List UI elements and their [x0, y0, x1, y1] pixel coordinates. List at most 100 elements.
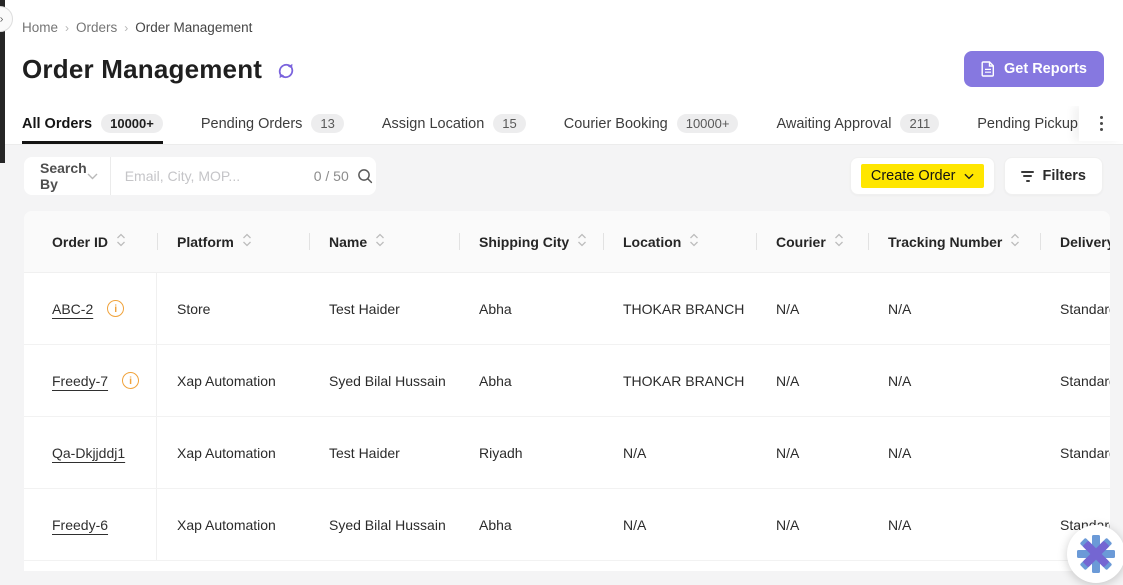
cell-name: Test Haider [309, 273, 459, 344]
info-icon[interactable]: i [107, 300, 124, 317]
column-header-name[interactable]: Name [309, 211, 459, 272]
column-header-label: Platform [177, 234, 234, 250]
create-order-button[interactable]: Create Order [850, 157, 996, 195]
cell-platform: Xap Automation [157, 345, 309, 416]
table-row[interactable]: Qa-Dkjjddj1 i Xap AutomationTest HaiderR… [24, 417, 1110, 489]
table-row[interactable]: Freedy-7 i Xap AutomationSyed Bilal Huss… [24, 345, 1110, 417]
cell-location: THOKAR BRANCH [603, 273, 756, 344]
more-tabs-button[interactable] [1079, 106, 1123, 141]
cell-name: Test Haider [309, 417, 459, 488]
column-header-label: Shipping City [479, 234, 569, 250]
column-header-order-id[interactable]: Order ID [24, 211, 157, 272]
tab-label: Awaiting Approval [776, 116, 891, 132]
kebab-menu-icon [1100, 116, 1103, 131]
order-id-link[interactable]: Freedy-6 [52, 517, 108, 533]
table-header-row: Order ID Platform Name Shipping City [24, 211, 1110, 273]
filter-icon [1021, 171, 1034, 182]
sort-icon [242, 232, 252, 251]
tab-count-badge: 13 [311, 114, 343, 133]
cell-tracking-number: N/A [868, 273, 1040, 344]
cell-platform: Xap Automation [157, 417, 309, 488]
search-icon[interactable] [357, 168, 373, 184]
chevrons-expand-icon: ‹› [0, 14, 2, 25]
page-title: Order Management [22, 54, 262, 85]
tab-awaiting-approval[interactable]: Awaiting Approval 211 [776, 106, 939, 144]
search-by-select[interactable]: Search By [24, 157, 111, 195]
column-header-label: Courier [776, 234, 826, 250]
cell-tracking-number: N/A [868, 345, 1040, 416]
cell-location: N/A [603, 489, 756, 560]
tab-pending-orders[interactable]: Pending Orders 13 [201, 106, 344, 144]
table-row[interactable]: Freedy-6 i Xap AutomationSyed Bilal Huss… [24, 489, 1110, 561]
tab-count-badge: 10000+ [101, 114, 163, 133]
cell-shipping-city: Abha [459, 345, 603, 416]
cell-location: N/A [603, 417, 756, 488]
create-order-label: Create Order [871, 168, 956, 184]
page-header: Home › Orders › Order Management Order M… [0, 0, 1123, 145]
cell-location: THOKAR BRANCH [603, 345, 756, 416]
tab-label: Pending Pickup [977, 116, 1078, 132]
get-reports-button[interactable]: Get Reports [964, 51, 1104, 87]
tab-label: Pending Orders [201, 116, 303, 132]
cell-platform: Xap Automation [157, 489, 309, 560]
column-header-label: Delivery [1060, 234, 1110, 250]
tab-label: All Orders [22, 116, 92, 132]
toolbar: Search By 0 / 50 Create Order [24, 157, 1103, 195]
column-header-label: Order ID [52, 234, 108, 250]
cell-courier: N/A [756, 417, 868, 488]
column-header-shipping-city[interactable]: Shipping City [459, 211, 603, 272]
asterisk-widget-icon [1077, 535, 1115, 573]
table-row[interactable]: ABC-2 i StoreTest HaiderAbhaTHOKAR BRANC… [24, 273, 1110, 345]
search-by-label: Search By [40, 160, 87, 192]
cell-courier: N/A [756, 489, 868, 560]
cell-delivery: Standard [1040, 417, 1110, 488]
filters-button[interactable]: Filters [1004, 157, 1103, 195]
column-header-tracking-number[interactable]: Tracking Number [868, 211, 1040, 272]
breadcrumb-home[interactable]: Home [22, 20, 58, 35]
char-counter: 0 / 50 [314, 168, 349, 184]
tab-assign-location[interactable]: Assign Location 15 [382, 106, 526, 144]
breadcrumb-separator: › [65, 21, 69, 35]
report-file-icon [981, 61, 995, 77]
column-header-platform[interactable]: Platform [157, 211, 309, 272]
sort-icon [375, 232, 385, 251]
cell-courier: N/A [756, 345, 868, 416]
order-id-link[interactable]: ABC-2 [52, 301, 93, 317]
cell-name: Syed Bilal Hussain [309, 345, 459, 416]
column-header-location[interactable]: Location [603, 211, 756, 272]
cell-platform: Store [157, 273, 309, 344]
cell-order-id: Freedy-7 i [24, 345, 157, 416]
order-id-link[interactable]: Qa-Dkjjddj1 [52, 445, 125, 461]
filters-label: Filters [1042, 168, 1086, 184]
breadcrumb: Home › Orders › Order Management [22, 0, 1123, 35]
info-icon[interactable]: i [122, 372, 139, 389]
column-header-delivery[interactable]: Delivery [1040, 211, 1110, 272]
cell-delivery: Standard [1040, 345, 1110, 416]
search-group: Search By 0 / 50 [24, 157, 376, 195]
column-header-courier[interactable]: Courier [756, 211, 868, 272]
breadcrumb-current: Order Management [135, 20, 252, 35]
refresh-icon[interactable] [276, 61, 296, 81]
orders-table-card: Order ID Platform Name Shipping City [24, 211, 1110, 571]
cell-shipping-city: Abha [459, 489, 603, 560]
cell-tracking-number: N/A [868, 417, 1040, 488]
sort-icon [689, 232, 699, 251]
order-id-link[interactable]: Freedy-7 [52, 373, 108, 389]
cell-courier: N/A [756, 273, 868, 344]
breadcrumb-orders[interactable]: Orders [76, 20, 117, 35]
sort-icon [577, 232, 587, 251]
column-header-label: Location [623, 234, 681, 250]
assistant-widget-button[interactable] [1067, 525, 1123, 583]
chevron-down-icon [964, 173, 974, 180]
tab-all-orders[interactable]: All Orders 10000+ [22, 106, 163, 144]
sort-icon [834, 232, 844, 251]
sort-icon [116, 232, 126, 251]
cell-delivery: Standard [1040, 273, 1110, 344]
tab-label: Assign Location [382, 116, 484, 132]
breadcrumb-separator: › [124, 21, 128, 35]
search-input[interactable] [125, 168, 306, 184]
cell-order-id: Freedy-6 i [24, 489, 157, 560]
tab-courier-booking[interactable]: Courier Booking 10000+ [564, 106, 739, 144]
tab-count-badge: 10000+ [677, 114, 739, 133]
tab-count-badge: 211 [900, 114, 939, 133]
